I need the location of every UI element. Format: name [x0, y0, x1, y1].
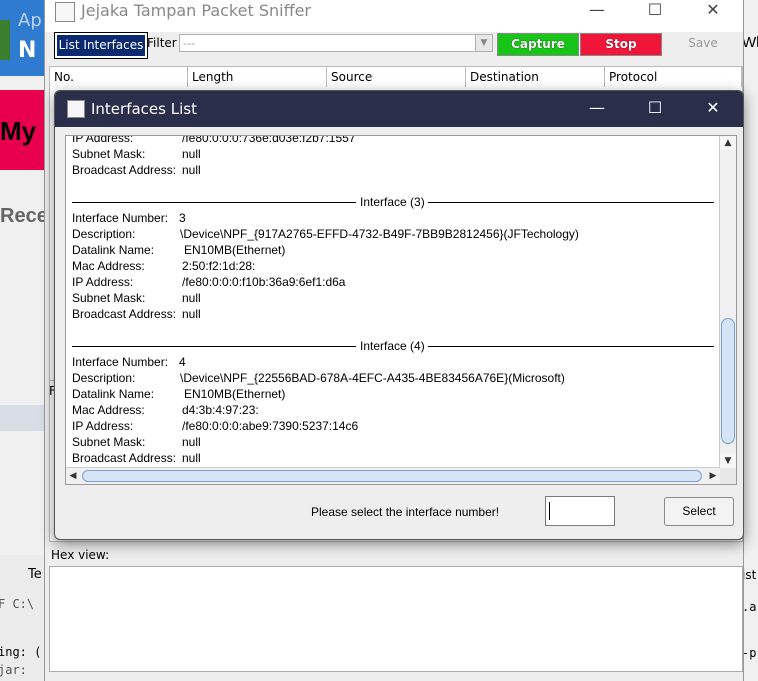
background-code-line: F C:\	[0, 597, 35, 611]
main-toolbar: List Interfaces Filter --- ▼ Capture Sto…	[53, 32, 743, 59]
column-header-protocol[interactable]: Protocol	[605, 67, 742, 87]
background-app-text-bottom: N	[18, 38, 37, 63]
background-app-text-top: Ap	[18, 10, 42, 31]
dialog-title-bar[interactable]: Interfaces List — ☐ ✕	[55, 91, 743, 127]
main-window-title: Jejaka Tampan Packet Sniffer	[81, 1, 312, 20]
background-code-line: jar:	[0, 663, 27, 677]
packet-table-header: No. Length Source Destination Protocol	[49, 66, 743, 88]
interface-separator: Interface (4)	[72, 338, 714, 354]
scroll-corner	[720, 468, 736, 484]
java-app-icon	[55, 2, 75, 22]
background-rece-text: Rece	[0, 205, 48, 227]
background-right-mid-text: ist	[742, 568, 757, 582]
background-right-text: Wh	[742, 34, 758, 51]
interface-number-input[interactable]	[545, 496, 615, 526]
minimize-icon[interactable]: —	[577, 98, 617, 118]
background-terminal-fragment: Te F C:\ ing: ( jar:	[0, 555, 46, 681]
background-pink-fragment: My	[0, 90, 46, 170]
chevron-down-icon[interactable]: ▼	[475, 35, 492, 51]
column-header-no[interactable]: No.	[50, 67, 188, 87]
background-code-line: -p	[742, 646, 757, 660]
scroll-up-icon[interactable]: ▲	[720, 136, 736, 150]
column-header-destination[interactable]: Destination	[466, 67, 605, 87]
interface-header: Interface (3)	[360, 195, 425, 209]
vertical-scroll-thumb[interactable]	[721, 318, 735, 444]
interfaces-text-scroll-pane[interactable]: IP Address: /fe80:0:0:0:736e:d03e:f2b7:1…	[65, 135, 737, 485]
maximize-icon[interactable]: ☐	[635, 0, 675, 20]
background-pink-text: My	[0, 116, 37, 146]
filter-select-value: ---	[183, 37, 195, 50]
interface-separator: Interface (3)	[72, 194, 714, 210]
filter-label: Filter	[147, 36, 177, 50]
interface-header: Interface (4)	[360, 339, 425, 353]
hex-view-area[interactable]	[49, 566, 743, 672]
minimize-icon[interactable]: —	[577, 0, 617, 20]
vertical-scrollbar[interactable]: ▲ ▼	[719, 136, 736, 468]
maximize-icon[interactable]: ☐	[635, 98, 675, 118]
background-code-line: .a	[742, 600, 757, 614]
background-left-strip	[0, 405, 46, 431]
column-header-source[interactable]: Source	[327, 67, 466, 87]
scroll-right-icon[interactable]: ▶	[706, 468, 720, 484]
close-icon[interactable]: ✕	[693, 98, 733, 118]
save-button[interactable]: Save	[663, 33, 743, 54]
scroll-down-icon[interactable]: ▼	[720, 454, 736, 468]
select-prompt-label: Please select the interface number!	[311, 505, 500, 519]
select-button[interactable]: Select	[664, 497, 734, 526]
scroll-left-icon[interactable]: ◀	[66, 468, 80, 484]
column-header-length[interactable]: Length	[188, 67, 327, 87]
hex-view-label: Hex view:	[51, 548, 110, 562]
stop-button[interactable]: Stop	[580, 33, 662, 56]
list-interfaces-button[interactable]: List Interfaces	[54, 32, 148, 59]
main-title-bar[interactable]: Jejaka Tampan Packet Sniffer — ☐ ✕	[45, 0, 743, 32]
close-icon[interactable]: ✕	[693, 0, 733, 20]
java-app-icon	[67, 100, 85, 118]
interfaces-list-dialog: Interfaces List — ☐ ✕ IP Address: /fe80:…	[54, 90, 744, 540]
background-tab-text: Te	[28, 567, 42, 582]
horizontal-scroll-thumb[interactable]	[82, 470, 702, 482]
horizontal-scrollbar[interactable]: ◀ ▶	[66, 467, 720, 484]
background-green-fragment	[0, 20, 10, 60]
interfaces-text-area[interactable]: IP Address: /fe80:0:0:0:736e:d03e:f2b7:1…	[72, 136, 716, 468]
capture-button[interactable]: Capture	[497, 33, 579, 56]
dialog-title: Interfaces List	[91, 100, 197, 118]
filter-select[interactable]: --- ▼	[179, 34, 493, 52]
background-code-line: ing: (	[0, 645, 42, 659]
text-caret	[549, 502, 550, 520]
